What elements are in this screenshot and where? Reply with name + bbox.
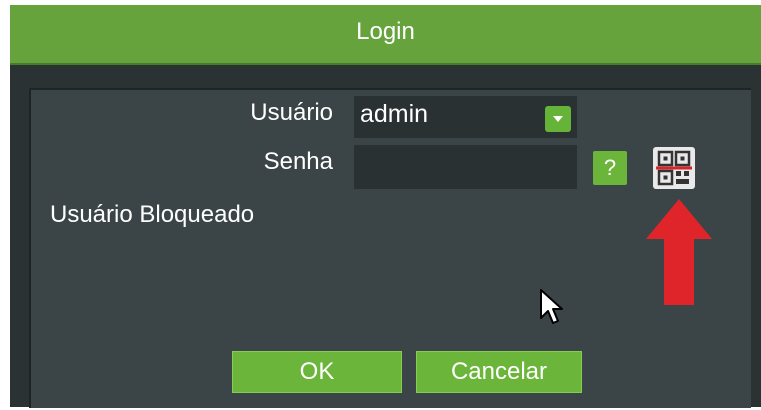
user-select[interactable]: admin (354, 96, 577, 138)
arrow-up-icon (646, 199, 712, 305)
user-label: Usuário (250, 99, 333, 126)
qr-code-icon (656, 150, 692, 186)
qr-code-button[interactable] (653, 147, 695, 189)
mouse-cursor-icon (540, 289, 563, 324)
login-form-panel: Usuário admin Senha ? Usuário Bloqueado (29, 88, 751, 408)
password-input[interactable] (354, 145, 577, 189)
ok-button[interactable]: OK (232, 351, 402, 393)
cancel-button[interactable]: Cancelar (416, 351, 582, 393)
login-dialog: Login Usuário admin Senha ? Usuário Bloq… (10, 5, 761, 408)
dialog-title: Login (356, 18, 415, 45)
chevron-down-icon[interactable] (545, 106, 571, 132)
user-select-value: admin (360, 100, 429, 128)
title-bar: Login (10, 5, 761, 65)
help-button[interactable]: ? (593, 151, 627, 185)
user-locked-status: Usuário Bloqueado (50, 201, 255, 228)
password-label: Senha (263, 148, 333, 175)
